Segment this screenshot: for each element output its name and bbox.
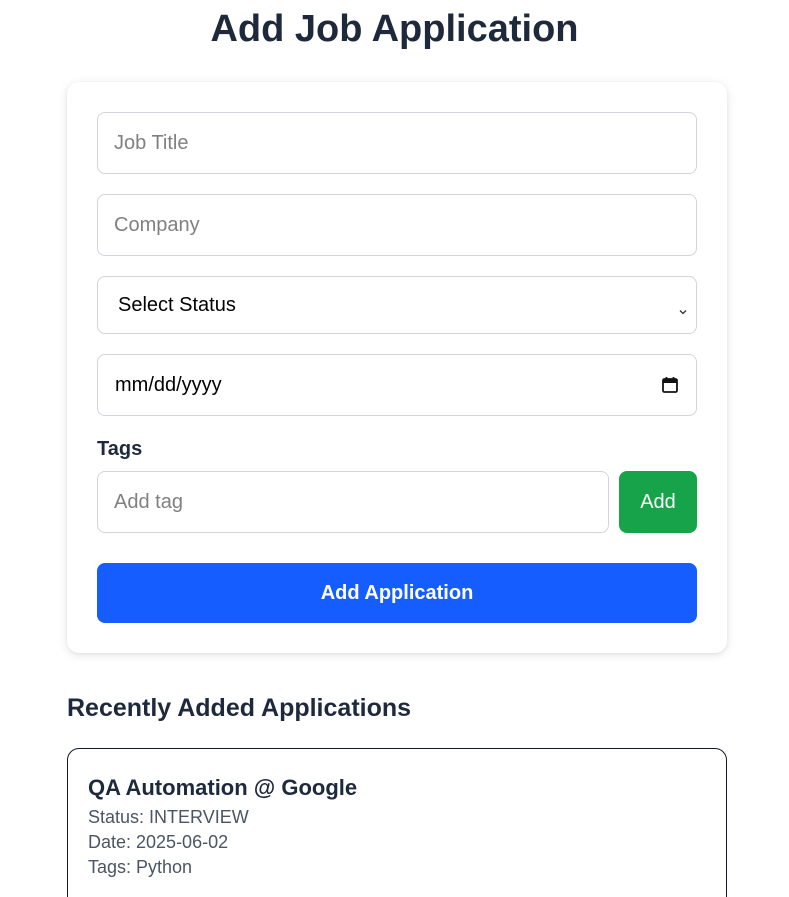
tag-input[interactable] — [97, 471, 609, 533]
add-tag-button[interactable]: Add — [619, 471, 697, 533]
date-input-value: mm/dd/yyyy — [115, 373, 222, 396]
application-date: Date: 2025-06-02 — [88, 832, 229, 852]
chevron-down-icon — [678, 300, 688, 315]
status-select-value: Select Status — [118, 293, 236, 316]
company-input[interactable] — [97, 194, 697, 256]
date-input[interactable]: mm/dd/yyyy — [97, 354, 697, 416]
calendar-icon[interactable] — [660, 375, 680, 395]
add-application-button[interactable]: Add Application — [97, 563, 697, 623]
application-status: Status: INTERVIEW — [88, 807, 249, 827]
recent-applications-heading: Recently Added Applications — [67, 694, 412, 722]
tags-label: Tags — [97, 438, 143, 460]
application-form: Select Status mm/dd/yyyy Tags Add Add — [67, 82, 727, 653]
application-card: QA Automation @ Google Status: INTERVIEW… — [67, 748, 727, 897]
application-card-title: QA Automation @ Google — [88, 775, 358, 800]
page-title: Add Job Application — [210, 8, 579, 50]
status-select[interactable]: Select Status — [97, 276, 697, 334]
job-title-input[interactable] — [97, 112, 697, 174]
application-tags: Tags: Python — [88, 857, 193, 877]
page: Add Job Application Select Status mm/dd/… — [0, 0, 789, 897]
